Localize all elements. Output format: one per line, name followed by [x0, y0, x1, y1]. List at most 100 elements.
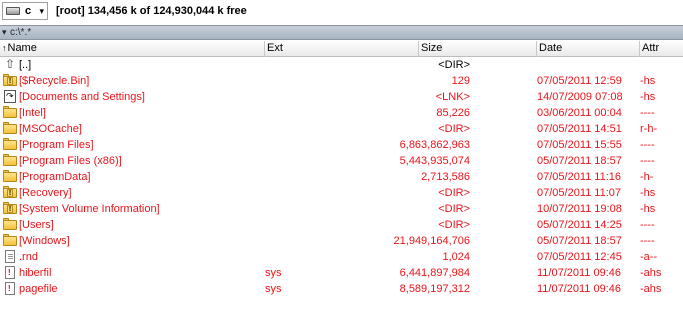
file-size: <DIR> [438, 59, 470, 71]
file-size: <LNK> [435, 91, 470, 103]
file-name: [..] [19, 59, 32, 71]
column-header-ext[interactable]: Ext [265, 41, 419, 57]
warning-folder-icon: ! [3, 186, 17, 199]
file-name: [$Recycle.Bin] [19, 75, 90, 87]
file-list: ⇧ [..] <DIR>! [$Recycle.Bin] 129 07/05/2011 1… [0, 57, 683, 297]
system-file-icon: ! [3, 266, 17, 279]
file-row[interactable]: [Windows] 21,949,164,706 05/07/2011 18:57 -… [0, 233, 683, 249]
column-header-name[interactable]: ↑Name [0, 41, 265, 57]
file-size: 1,024 [442, 251, 470, 263]
file-date: 07/05/2011 14:51 [537, 123, 622, 135]
file-row[interactable]: [Program Files (x86)] 5,443,935,074 05/07/… [0, 153, 683, 169]
file-name: [Users] [19, 219, 54, 231]
file-size: <DIR> [438, 123, 470, 135]
file-row[interactable]: ! [System Volume Information] <DIR> 10/07/2… [0, 201, 683, 217]
file-date: 07/05/2011 12:59 [537, 75, 622, 87]
folder-icon [3, 138, 17, 151]
history-arrow-icon[interactable]: ▾ [2, 27, 7, 38]
drive-selector[interactable]: c ▾ [2, 2, 48, 20]
file-row[interactable]: [Program Files] 6,863,862,963 07/05/2011 1… [0, 137, 683, 153]
file-name: hiberfil [19, 267, 52, 279]
file-attr: r-h- [640, 123, 658, 135]
file-name: [Intel] [19, 107, 46, 119]
folder-icon [3, 234, 17, 247]
file-date: 05/07/2011 18:57 [537, 155, 622, 167]
folder-icon [3, 218, 17, 231]
file-attr: -h- [640, 171, 654, 183]
file-ext: sys [265, 283, 282, 295]
file-row[interactable]: [MSOCache] <DIR> 07/05/2011 14:51 r-h- [0, 121, 683, 137]
file-attr: -ahs [640, 283, 662, 295]
file-size: <DIR> [438, 219, 470, 231]
file-date: 14/07/2009 07:08 [537, 91, 623, 103]
drive-bar: c ▾ [root] 134,456 k of 124,930,044 k fr… [0, 0, 683, 24]
column-header-attr-label: Attr [642, 42, 660, 54]
file-ext: sys [265, 267, 282, 279]
warning-folder-icon: ! [3, 74, 17, 87]
file-size: 21,949,164,706 [393, 235, 470, 247]
file-attr: -hs [640, 187, 656, 199]
file-attr: -hs [640, 91, 656, 103]
file-attr: ---- [640, 107, 655, 119]
file-attr: ---- [640, 139, 655, 151]
file-row[interactable]: [Intel] 85,226 03/06/2011 00:04 ---- [0, 105, 683, 121]
file-date: 05/07/2011 14:25 [537, 219, 622, 231]
file-name: [MSOCache] [19, 123, 82, 135]
file-row[interactable]: [ProgramData] 2,713,586 07/05/2011 11:16 -h… [0, 169, 683, 185]
file-row[interactable]: .rnd 1,024 07/05/2011 12:45 -a-- [0, 249, 683, 265]
file-name: [Program Files (x86)] [19, 155, 122, 167]
file-date: 05/07/2011 18:57 [537, 235, 622, 247]
file-name: [Documents and Settings] [19, 91, 145, 103]
file-name: [ProgramData] [19, 171, 91, 183]
column-header: ↑Name Ext Size Date Attr [0, 41, 683, 57]
file-row[interactable]: ! [$Recycle.Bin] 129 07/05/2011 12:59 -hs [0, 73, 683, 89]
file-date: 11/07/2011 09:46 [537, 283, 622, 295]
file-size: 8,589,197,312 [399, 283, 470, 295]
column-header-name-label: Name [7, 42, 37, 54]
file-size: 2,713,586 [421, 171, 470, 183]
file-date: 07/05/2011 11:07 [537, 187, 622, 199]
file-row[interactable]: ! [Recovery] <DIR> 07/05/2011 11:07 -hs [0, 185, 683, 201]
column-header-date[interactable]: Date [537, 41, 640, 57]
column-header-date-label: Date [539, 42, 563, 54]
file-name: [Windows] [19, 235, 70, 247]
file-date: 10/07/2011 19:08 [537, 203, 622, 215]
file-date: 11/07/2011 09:46 [537, 267, 622, 279]
file-size: 6,863,862,963 [399, 139, 470, 151]
folder-icon [3, 170, 17, 183]
folder-icon [3, 154, 17, 167]
file-attr: ---- [640, 219, 655, 231]
file-row[interactable]: ! pagefile sys 8,589,197,312 11/07/2011 09:4… [0, 281, 683, 297]
file-name: [Recovery] [19, 187, 72, 199]
folder-icon [3, 106, 17, 119]
file-name: [System Volume Information] [19, 203, 160, 215]
file-row[interactable]: [Users] <DIR> 05/07/2011 14:25 ---- [0, 217, 683, 233]
file-attr: ---- [640, 155, 655, 167]
link-icon: ↷ [3, 90, 17, 103]
file-size: <DIR> [438, 203, 470, 215]
file-row[interactable]: ↷ [Documents and Settings] <LNK> 14/07/2009… [0, 89, 683, 105]
folder-icon [3, 122, 17, 135]
column-header-ext-label: Ext [267, 42, 283, 54]
file-size: 5,443,935,074 [399, 155, 470, 167]
file-attr: -hs [640, 203, 656, 215]
file-row[interactable]: ⇧ [..] <DIR> [0, 57, 683, 73]
chevron-down-icon[interactable]: ▾ [39, 6, 44, 17]
drive-letter: c [25, 5, 32, 17]
current-path-bar[interactable]: ▾ c:\*.* [0, 25, 683, 40]
file-icon [3, 250, 17, 263]
column-header-size[interactable]: Size [419, 41, 537, 57]
column-header-size-label: Size [421, 42, 443, 54]
file-attr: -ahs [640, 267, 662, 279]
file-size: 85,226 [436, 107, 470, 119]
file-attr: -a-- [640, 251, 658, 263]
file-name: [Program Files] [19, 139, 94, 151]
file-size: 129 [451, 75, 470, 87]
file-name: pagefile [19, 283, 58, 295]
drive-free-space-info: [root] 134,456 k of 124,930,044 k free [56, 5, 247, 17]
file-date: 03/06/2011 00:04 [537, 107, 622, 119]
file-row[interactable]: ! hiberfil sys 6,441,897,984 11/07/2011 09:4… [0, 265, 683, 281]
file-attr: ---- [640, 235, 655, 247]
column-header-attr[interactable]: Attr [640, 41, 683, 57]
system-file-icon: ! [3, 282, 17, 295]
